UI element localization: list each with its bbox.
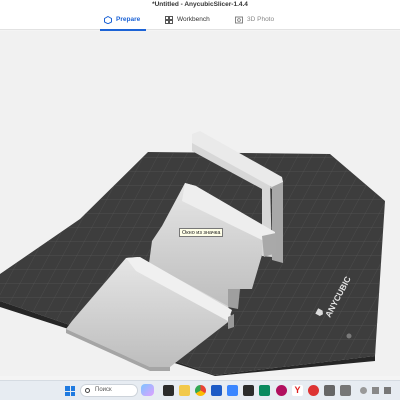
mail-icon[interactable] (227, 385, 238, 396)
widgets-icon[interactable] (141, 384, 154, 396)
tab-3d-photo[interactable]: 3D Photo (235, 14, 274, 30)
red-app-icon[interactable] (308, 385, 319, 396)
start-icon[interactable] (65, 386, 75, 396)
scene: ANYCUBIC (0, 131, 385, 376)
search-placeholder: Поиск (95, 387, 112, 393)
taskview-icon[interactable] (163, 385, 174, 396)
search-input[interactable]: Поиск (80, 384, 138, 397)
title-bar: *Untitled - AnycubicSlicer-1.4.4 (0, 0, 400, 10)
tab-workbench[interactable]: Workbench (165, 14, 210, 30)
window-title: *Untitled - AnycubicSlicer-1.4.4 (152, 1, 248, 8)
volume-icon[interactable] (372, 387, 379, 394)
anycubic-icon[interactable] (211, 385, 222, 396)
tab-label: 3D Photo (247, 16, 275, 23)
search-icon (85, 388, 90, 393)
3d-viewport[interactable]: ANYCUBIC Окно из значка (0, 31, 400, 376)
network-icon[interactable] (340, 385, 351, 396)
tab-prepare[interactable]: Prepare (99, 14, 147, 31)
tab-label: Workbench (177, 16, 210, 23)
tab-bar: Prepare Workbench 3D Photo (0, 10, 400, 31)
camera-icon[interactable] (324, 385, 335, 396)
edge-icon[interactable] (259, 385, 270, 396)
photo-icon (235, 16, 243, 24)
tray-icon[interactable] (360, 387, 367, 394)
tab-label: Prepare (116, 16, 141, 23)
taskbar: Поиск Y (0, 380, 400, 400)
battery-icon[interactable] (384, 387, 391, 394)
workbench-icon (165, 16, 173, 24)
chrome-icon[interactable] (195, 385, 206, 396)
file-explorer-icon[interactable] (179, 385, 190, 396)
prepare-icon (104, 16, 112, 24)
terminal-icon[interactable] (243, 385, 254, 396)
yandex-icon[interactable]: Y (292, 385, 303, 396)
tooltip: Окно из значка (179, 228, 224, 237)
app-icon[interactable] (276, 385, 287, 396)
